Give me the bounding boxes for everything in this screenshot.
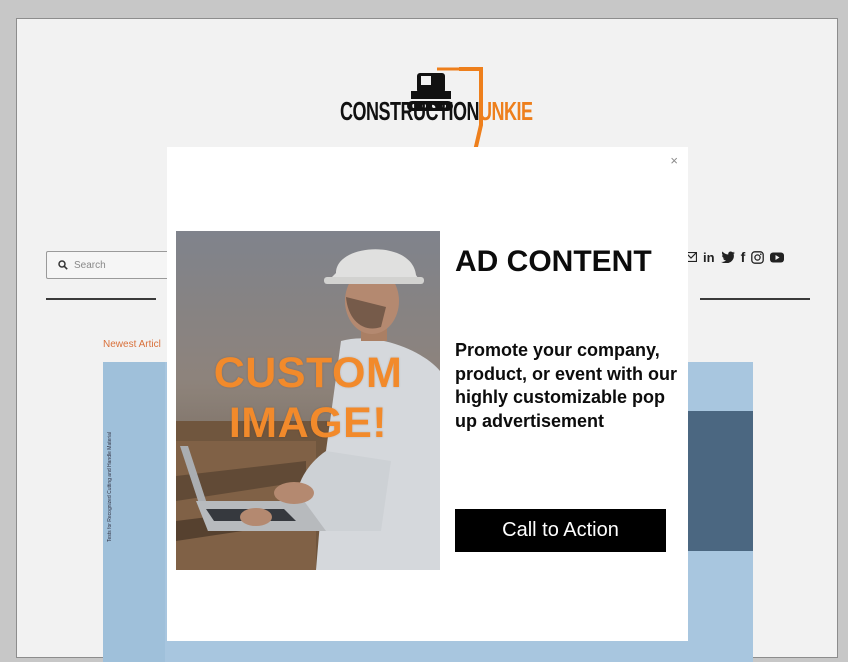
facebook-icon[interactable]: f [741,249,746,265]
divider-left [46,298,156,300]
youtube-icon[interactable] [770,252,785,263]
divider-right [700,298,810,300]
search-box[interactable] [46,251,186,279]
logo-text-accent: UNKIE [479,97,533,126]
logo-text-primary: CONSTRUCTION [340,97,480,126]
hero-side-text: Tests for Recognized Cutting and Handle … [107,431,113,542]
custom-image-line2: IMAGE! [228,399,388,447]
custom-image-label: CUSTOM IMAGE! [176,348,440,448]
close-icon[interactable]: × [670,153,678,168]
linkedin-icon[interactable]: in [703,250,715,265]
search-input[interactable] [74,259,174,271]
ad-image[interactable]: CUSTOM IMAGE! [176,231,440,570]
custom-image-line1: CUSTOM [213,349,403,397]
newest-articles-label[interactable]: Newest Articl [103,339,161,350]
search-icon [58,260,68,270]
call-to-action-button[interactable]: Call to Action [455,509,666,552]
site-logo-text: CONSTRUCTIONUNKIE [340,97,533,127]
instagram-icon[interactable] [751,250,765,264]
twitter-icon[interactable] [720,251,735,263]
popup-ad-modal: × CUSTOM IMAGE! AD CONTENT Promote your … [167,147,688,641]
ad-description: Promote your company, product, or event … [455,340,678,431]
social-links: in f [685,249,785,265]
ad-title: AD CONTENT [455,245,652,278]
